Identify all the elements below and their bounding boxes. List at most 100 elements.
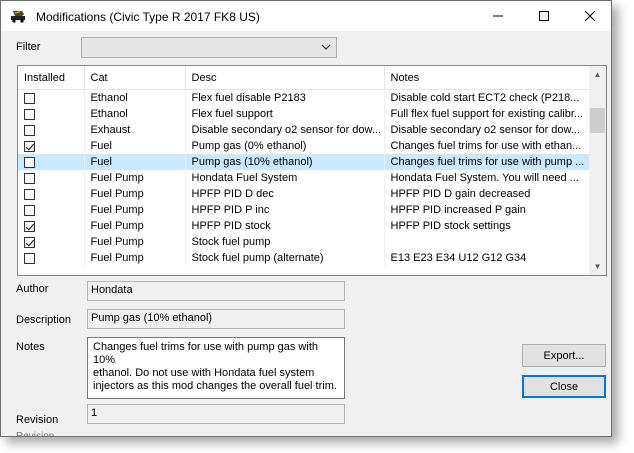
column-header-notes[interactable]: Notes <box>384 66 592 90</box>
installed-cell <box>18 186 85 202</box>
title-bar: Modifications (Civic Type R 2017 FK8 US) <box>1 1 611 31</box>
notes-cell: HPFP PID stock settings <box>384 218 592 234</box>
desc-cell: Pump gas (0% ethanol) <box>185 138 385 154</box>
installed-cell <box>18 234 85 250</box>
description-label: Description <box>16 314 72 326</box>
installed-checkbox[interactable] <box>24 252 35 264</box>
installed-checkbox[interactable] <box>24 108 35 120</box>
close-window-button[interactable] <box>567 1 613 31</box>
installed-checkbox[interactable] <box>24 172 35 184</box>
cat-cell: Ethanol <box>84 106 186 122</box>
column-header-desc[interactable]: Desc <box>185 66 385 90</box>
cat-cell: Fuel <box>84 154 186 170</box>
notes-cell: Changes fuel trims for use with pump ... <box>384 154 592 170</box>
notes-label: Notes <box>16 341 45 353</box>
table-row[interactable]: Fuel Pump Hondata Fuel System Hondata Fuel… <box>18 170 592 186</box>
close-button[interactable]: Close <box>522 375 606 398</box>
column-header-cat[interactable]: Cat <box>84 66 186 90</box>
notes-cell: Changes fuel trims for use with ethan... <box>384 138 592 154</box>
revision-label: Revision <box>16 414 59 426</box>
installed-cell <box>18 122 85 138</box>
desc-cell: Pump gas (10% ethanol) <box>185 154 385 170</box>
table-row[interactable]: Fuel Pump Stock fuel pump <box>18 234 592 250</box>
installed-cell <box>18 89 85 106</box>
installed-checkbox[interactable] <box>24 204 35 216</box>
installed-cell <box>18 106 85 122</box>
desc-cell: HPFP PID P inc <box>185 202 385 218</box>
desc-cell: Flex fuel support <box>185 106 385 122</box>
chevron-down-icon <box>321 44 331 50</box>
cat-cell: Fuel Pump <box>84 186 186 202</box>
table-row[interactable]: Exhaust Disable secondary o2 sensor for d… <box>18 122 592 138</box>
desc-cell: Hondata Fuel System <box>185 170 385 186</box>
modifications-grid: Installed Cat Desc Notes Ethanol Flex fue… <box>17 65 607 276</box>
installed-cell <box>18 250 85 266</box>
desc-cell: Stock fuel pump (alternate) <box>185 250 385 266</box>
export-button[interactable]: Export... <box>522 344 606 367</box>
cat-cell: Fuel <box>84 138 186 154</box>
minimize-button[interactable] <box>475 1 521 31</box>
table-row[interactable]: Ethanol Flex fuel support Full flex fuel s… <box>18 106 592 122</box>
table-row[interactable]: Fuel Pump HPFP PID P inc HPFP PID increase… <box>18 202 592 218</box>
app-car-icon <box>11 11 25 23</box>
installed-checkbox[interactable] <box>24 156 35 168</box>
author-field: Hondata <box>87 281 345 301</box>
notes-textarea[interactable]: Changes fuel trims for use with pump gas… <box>87 337 345 399</box>
scroll-thumb[interactable] <box>590 108 605 133</box>
table-row[interactable]: Fuel Pump gas (10% ethanol) Changes fuel t… <box>18 154 592 170</box>
table-row[interactable]: Fuel Pump HPFP PID stock HPFP PID stock se… <box>18 218 592 234</box>
notes-cell: Hondata Fuel System. You will need ... <box>384 170 592 186</box>
cat-cell: Exhaust <box>84 122 186 138</box>
filter-dropdown[interactable] <box>81 37 337 58</box>
installed-checkbox[interactable] <box>24 236 35 248</box>
installed-checkbox[interactable] <box>24 188 35 200</box>
installed-cell <box>18 202 85 218</box>
modifications-table: Installed Cat Desc Notes Ethanol Flex fue… <box>18 66 592 266</box>
maximize-button[interactable] <box>521 1 567 31</box>
table-row[interactable]: Ethanol Flex fuel disable P2183 Disable co… <box>18 89 592 106</box>
installed-cell <box>18 218 85 234</box>
desc-cell: Flex fuel disable P2183 <box>185 89 385 106</box>
column-header-installed[interactable]: Installed <box>18 66 85 90</box>
header-row: Installed Cat Desc Notes <box>18 66 592 90</box>
desc-cell: HPFP PID D dec <box>185 186 385 202</box>
cat-cell: Fuel Pump <box>84 202 186 218</box>
close-icon <box>585 11 595 21</box>
maximize-icon <box>539 11 549 21</box>
cat-cell: Fuel Pump <box>84 170 186 186</box>
table-row[interactable]: Fuel Pump gas (0% ethanol) Changes fuel tr… <box>18 138 592 154</box>
notes-cell: HPFP PID D gain decreased <box>384 186 592 202</box>
cat-cell: Fuel Pump <box>84 250 186 266</box>
notes-cell: HPFP PID increased P gain <box>384 202 592 218</box>
author-label: Author <box>16 283 49 295</box>
notes-cell: E13 E23 E34 U12 G12 G34 <box>384 250 592 266</box>
desc-cell: Stock fuel pump <box>185 234 385 250</box>
modifications-window: Modifications (Civic Type R 2017 FK8 US)… <box>0 0 612 437</box>
grid-vertical-scrollbar[interactable]: ▲ ▼ <box>589 66 606 275</box>
cat-cell: Fuel Pump <box>84 234 186 250</box>
window-title: Modifications (Civic Type R 2017 FK8 US) <box>36 10 260 24</box>
notes-cell: Full flex fuel support for existing cali… <box>384 106 592 122</box>
scroll-up-arrow-icon[interactable]: ▲ <box>589 66 606 83</box>
installed-checkbox[interactable] <box>24 124 35 136</box>
minimize-icon <box>493 15 503 17</box>
table-row[interactable]: Fuel Pump HPFP PID D dec HPFP PID D gain d… <box>18 186 592 202</box>
description-field: Pump gas (10% ethanol) <box>87 309 345 329</box>
desc-cell: Disable secondary o2 sensor for dow... <box>185 122 385 138</box>
cat-cell: Fuel Pump <box>84 218 186 234</box>
notes-cell: Disable cold start ECT2 check (P218... <box>384 89 592 106</box>
filter-label: Filter <box>16 41 41 53</box>
notes-cell <box>384 234 592 250</box>
installed-checkbox[interactable] <box>24 92 35 104</box>
table-row[interactable]: Fuel Pump Stock fuel pump (alternate) E13 … <box>18 250 592 266</box>
revision-label-clipped: Revision <box>16 431 55 437</box>
scroll-down-arrow-icon[interactable]: ▼ <box>589 258 606 275</box>
installed-cell <box>18 154 85 170</box>
desc-cell: HPFP PID stock <box>185 218 385 234</box>
installed-checkbox[interactable] <box>24 140 35 152</box>
cat-cell: Ethanol <box>84 89 186 106</box>
installed-checkbox[interactable] <box>24 220 35 232</box>
installed-cell <box>18 138 85 154</box>
notes-cell: Disable secondary o2 sensor for dow... <box>384 122 592 138</box>
installed-cell <box>18 170 85 186</box>
